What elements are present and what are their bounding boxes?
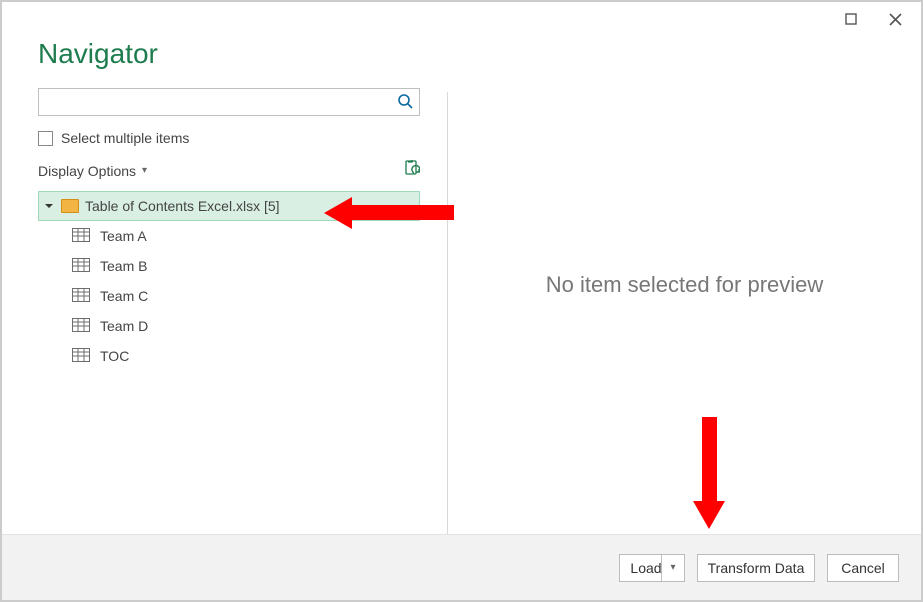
tree-item-label: Team A <box>100 228 147 244</box>
table-icon <box>72 318 90 335</box>
tree-item[interactable]: Team B <box>38 251 420 281</box>
refresh-icon <box>404 160 420 178</box>
load-button-label: Load <box>630 560 661 576</box>
table-icon <box>72 348 90 365</box>
dialog-footer: Load ▾ Transform Data Cancel <box>2 534 921 600</box>
select-multiple-label: Select multiple items <box>61 130 189 146</box>
close-icon <box>889 13 902 26</box>
tree-item-label: TOC <box>100 348 129 364</box>
table-icon <box>72 258 90 275</box>
preview-empty-message: No item selected for preview <box>546 272 824 298</box>
tree-item[interactable]: Team A <box>38 221 420 251</box>
tree-item[interactable]: TOC <box>38 341 420 371</box>
table-icon <box>72 228 90 245</box>
maximize-icon <box>845 13 857 25</box>
refresh-button[interactable] <box>404 160 420 181</box>
cancel-button-label: Cancel <box>841 560 885 576</box>
tree-item[interactable]: Team D <box>38 311 420 341</box>
select-multiple-row[interactable]: Select multiple items <box>38 130 420 146</box>
tree-expander-icon[interactable] <box>43 198 55 214</box>
load-dropdown-button[interactable]: ▾ <box>661 554 685 582</box>
work-area: Navigator Select multiple items Display … <box>2 36 921 534</box>
search-input[interactable] <box>47 93 397 111</box>
chevron-down-icon: ▾ <box>142 165 147 176</box>
tree-item-label: Team D <box>100 318 148 334</box>
chevron-down-icon: ▾ <box>670 562 675 573</box>
tree-root-file[interactable]: Table of Contents Excel.xlsx [5] <box>38 191 420 221</box>
maximize-button[interactable] <box>829 4 873 34</box>
display-options-row: Display Options ▾ <box>38 160 420 181</box>
tree-item-label: Team C <box>100 288 148 304</box>
pane-divider <box>447 92 448 534</box>
preview-pane: No item selected for preview <box>448 36 921 534</box>
display-options-dropdown[interactable]: Display Options ▾ <box>38 163 147 179</box>
search-icon <box>397 93 413 112</box>
folder-icon <box>61 199 79 213</box>
display-options-label: Display Options <box>38 163 136 179</box>
table-icon <box>72 288 90 305</box>
navigator-dialog: Navigator Select multiple items Display … <box>0 0 923 602</box>
transform-data-button[interactable]: Transform Data <box>697 554 815 582</box>
navigator-tree: Table of Contents Excel.xlsx [5] Team A … <box>38 191 420 371</box>
cancel-button[interactable]: Cancel <box>827 554 899 582</box>
tree-item[interactable]: Team C <box>38 281 420 311</box>
transform-data-label: Transform Data <box>708 560 805 576</box>
left-pane: Navigator Select multiple items Display … <box>2 36 448 534</box>
search-input-container[interactable] <box>38 88 420 116</box>
titlebar <box>2 2 921 36</box>
select-multiple-checkbox[interactable] <box>38 131 53 146</box>
dialog-title: Navigator <box>38 38 420 70</box>
tree-root-label: Table of Contents Excel.xlsx [5] <box>85 198 280 214</box>
tree-item-label: Team B <box>100 258 147 274</box>
close-button[interactable] <box>873 4 917 34</box>
